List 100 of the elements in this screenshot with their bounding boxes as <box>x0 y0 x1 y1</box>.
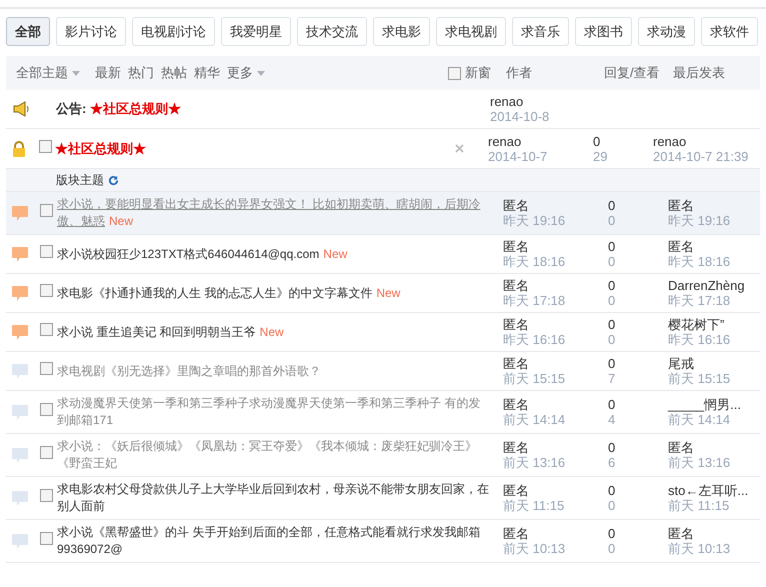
checkbox[interactable] <box>40 204 53 218</box>
user-name[interactable]: 匿名 <box>668 239 730 254</box>
user-name[interactable]: renao <box>488 134 593 148</box>
user-name[interactable]: 匿名 <box>503 397 608 412</box>
post-time: 2014-10-8 <box>490 109 550 124</box>
column-header: 最后发表 <box>673 64 726 82</box>
checkbox[interactable] <box>40 362 53 376</box>
close-icon[interactable] <box>455 144 464 153</box>
user-name[interactable]: 匿名 <box>503 198 608 213</box>
column-header: 作者 <box>506 64 533 82</box>
checkbox[interactable] <box>40 403 53 416</box>
user-name[interactable]: renao <box>490 94 550 109</box>
thread-title-link[interactable]: 求电影农村父母贷款供儿子上大学毕业后回到农村，母亲说不能带女朋友回家，在别人面前 <box>57 481 489 515</box>
speech-bubble-icon <box>12 246 28 262</box>
filter-link[interactable]: 热门 <box>128 63 154 83</box>
user-name[interactable]: 匿名 <box>503 440 608 455</box>
view-count: 0 <box>608 541 616 556</box>
user-name[interactable]: sto←左耳听... <box>668 483 748 498</box>
post-time: 昨天 16:16 <box>668 332 730 347</box>
checkbox[interactable] <box>39 140 52 152</box>
post-time: 前天 15:15 <box>503 371 566 386</box>
reply-count: 0 <box>608 440 616 455</box>
post-time: 昨天 17:18 <box>503 293 566 308</box>
post-time: 前天 13:16 <box>668 455 730 470</box>
category-tab[interactable]: 求软件 <box>701 17 758 46</box>
user-name[interactable]: _____惘男... <box>668 397 741 412</box>
category-tab[interactable]: 求图书 <box>575 17 632 46</box>
thread-row[interactable]: 求小说，要能明显看出女主成长的异界女强文！ 比如初期卖萌、瞎胡闹，后期冷傲、魅惑 New 匿名 昨天 19:16 0 0 匿名 昨天 19:16 <box>6 192 760 235</box>
view-count: 0 <box>608 254 616 269</box>
user-name[interactable]: 匿名 <box>503 239 608 254</box>
speech-bubble-icon <box>12 490 28 506</box>
view-count: 29 <box>593 148 608 164</box>
post-time: 前天 11:15 <box>668 498 730 513</box>
category-tab[interactable]: 电视剧讨论 <box>132 17 215 46</box>
checkbox[interactable] <box>40 245 53 258</box>
reply-count: 0 <box>608 198 616 213</box>
view-count: 0 <box>608 332 616 347</box>
user-name[interactable]: 匿名 <box>503 483 608 498</box>
caret-icon <box>257 70 265 76</box>
speech-bubble-icon <box>12 404 28 420</box>
speech-bubble-icon <box>12 534 28 548</box>
post-time: 前天 10:13 <box>668 541 730 556</box>
thread-title-link[interactable]: 求电视剧《别无选择》里陶之章唱的那首外语歌？ <box>57 362 489 380</box>
speech-bubble-icon <box>12 324 28 340</box>
checkbox[interactable] <box>448 66 461 80</box>
user-name[interactable]: 匿名 <box>503 278 608 293</box>
checkbox[interactable] <box>40 532 53 546</box>
category-tab[interactable]: 求电视剧 <box>436 17 506 46</box>
category-tab[interactable]: 求动漫 <box>638 17 695 46</box>
checkbox[interactable] <box>40 446 53 460</box>
user-name[interactable]: 匿名 <box>668 198 730 213</box>
filter-link[interactable]: 最新 <box>95 63 121 83</box>
category-tab[interactable]: 我爱明星 <box>221 17 291 46</box>
speech-bubble-icon <box>12 206 28 220</box>
post-time: 昨天 19:16 <box>503 213 566 228</box>
user-name[interactable]: DarrenZhèng <box>668 278 745 293</box>
user-name[interactable]: 匿名 <box>668 440 730 455</box>
thread-title-link[interactable]: 求电影《扑通扑通我的人生 我的忐忑人生》的中文字幕文件 New <box>57 284 489 302</box>
thread-title-link[interactable]: 求小说《黑帮盛世》的斗 失手开始到后面的全部，任意格式能看就行求发我邮箱99369072@ <box>57 524 489 558</box>
refresh-icon[interactable] <box>108 174 119 186</box>
user-name[interactable]: 匿名 <box>503 526 608 541</box>
category-tab[interactable]: 影片讨论 <box>56 17 126 46</box>
post-time: 昨天 18:16 <box>668 254 730 269</box>
reply-count: 0 <box>608 483 616 498</box>
filter-link[interactable]: 精华 <box>194 63 220 83</box>
post-time: 前天 13:16 <box>503 455 566 470</box>
thread-title-link[interactable]: 求小说：《妖后很倾城》《凤凰劫：冥王夺爱》《我本倾城：废柴狂妃驯冷王》《野蛮王妃 <box>57 438 489 472</box>
checkbox[interactable] <box>40 489 53 502</box>
new-label: New <box>376 284 400 302</box>
post-time: 前天 14:14 <box>503 412 566 427</box>
post-time: 2014-10-7 21:39 <box>653 148 748 164</box>
view-count: 0 <box>608 293 616 308</box>
user-name[interactable]: 匿名 <box>668 526 730 541</box>
category-tab[interactable]: 求音乐 <box>512 17 569 46</box>
user-name[interactable]: 樱花树下” <box>668 317 730 332</box>
thread-title-link[interactable]: ★社区总规则★ <box>55 138 455 158</box>
reply-count: 0 <box>608 278 616 293</box>
user-name[interactable]: renao <box>653 134 748 148</box>
post-time: 昨天 16:16 <box>503 332 566 347</box>
view-count: 0 <box>608 498 616 513</box>
topic-filter-dropdown[interactable]: 全部主题 <box>16 63 80 83</box>
user-name[interactable]: 匿名 <box>503 356 608 371</box>
view-count: 0 <box>608 213 616 228</box>
user-name[interactable]: 匿名 <box>503 317 608 332</box>
thread-title-link[interactable]: 求小说校园狂少123TXT格式646044614@qq.com New <box>57 246 489 262</box>
notice-link[interactable]: 公告: ★社区总规则★ <box>56 99 490 119</box>
thread-title-link[interactable]: 求动漫魔界天使第一季和第三季种子求动漫魔界天使第一季和第三季种子 有的发到邮箱171 <box>57 395 489 429</box>
category-tab[interactable]: 技术交流 <box>297 17 367 46</box>
new-label: New <box>109 213 134 230</box>
thread-title-link[interactable]: 求小说 重生追美记 和回到明朝当王爷 New <box>57 324 489 340</box>
user-name[interactable]: 尾戒 <box>668 356 730 371</box>
checkbox[interactable] <box>40 323 53 336</box>
category-tab[interactable]: 求电影 <box>373 17 430 46</box>
checkbox[interactable] <box>40 284 53 298</box>
new-label: New <box>323 246 348 262</box>
category-tab[interactable]: 全部 <box>6 17 50 46</box>
filter-link[interactable]: 热帖 <box>161 63 187 83</box>
more-dropdown[interactable]: 更多 <box>227 63 265 83</box>
speech-bubble-icon <box>12 286 28 300</box>
column-header: 回复/查看 <box>604 64 661 82</box>
